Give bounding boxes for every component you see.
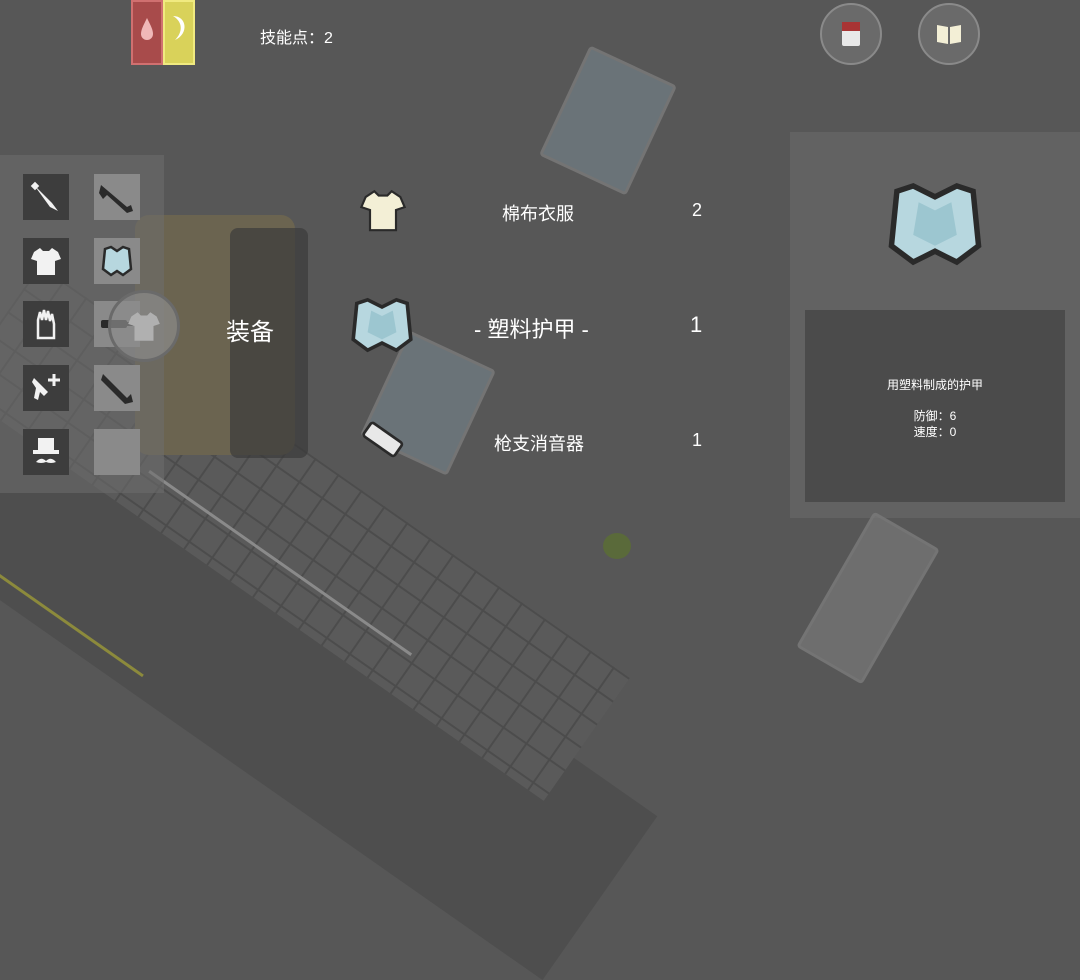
item-row-silencer[interactable]: 枪支消音器 1: [340, 410, 730, 470]
item-name: 棉布衣服: [502, 204, 574, 224]
slot-rifle[interactable]: [94, 174, 140, 220]
shotgun-icon: [101, 374, 133, 404]
stat-defense: 防御：6: [913, 409, 957, 423]
slot-empty[interactable]: [94, 429, 140, 475]
slot-knife[interactable]: [23, 174, 69, 220]
rifle-icon: [99, 185, 133, 213]
crescent-icon: [173, 16, 185, 40]
slot-shotgun[interactable]: [94, 365, 140, 411]
slot-hat[interactable]: [23, 429, 69, 475]
knife-icon: [30, 181, 58, 211]
plastic-armor-icon: [888, 182, 982, 266]
health-status: [131, 0, 163, 65]
slot-gloves[interactable]: [23, 301, 69, 347]
blood-drop-icon: [141, 18, 153, 40]
slot-shirt[interactable]: [23, 238, 69, 284]
parked-car-1: [538, 45, 678, 196]
slot-pistol[interactable]: [23, 365, 69, 411]
silencer-icon: [362, 421, 404, 458]
cotton-shirt-icon: [359, 189, 407, 232]
journal-button[interactable]: [918, 3, 980, 65]
hat-mustache-icon: [33, 438, 59, 463]
item-row-plastic-armor[interactable]: - 塑料护甲 - 1: [340, 290, 730, 360]
hunger-status: [163, 0, 195, 65]
skill-points: 技能点：2: [260, 30, 333, 47]
jar-icon: [842, 22, 860, 46]
armor-icon: [101, 245, 133, 277]
item-count: 1: [692, 430, 703, 450]
equipment-label: 装备: [226, 319, 274, 346]
item-count: 2: [692, 200, 703, 220]
plastic-armor-icon: [351, 297, 413, 353]
shirt-icon: [128, 312, 160, 341]
item-name: - 塑料护甲 -: [474, 317, 589, 342]
item-count: 1: [690, 312, 703, 337]
inventory-button[interactable]: [820, 3, 882, 65]
item-description-box: 用塑料制成的护甲 防御：6 速度：0: [805, 310, 1065, 502]
item-description: 用塑料制成的护甲: [886, 378, 983, 392]
bush: [603, 533, 631, 559]
item-name: 枪支消音器: [494, 434, 584, 454]
item-row-cotton-shirt[interactable]: 棉布衣服 2: [340, 180, 730, 240]
book-icon: [937, 25, 961, 44]
glove-icon: [36, 309, 56, 340]
equip-toggle-button[interactable]: [108, 290, 180, 362]
revolver-plus-icon: [32, 374, 60, 400]
parked-car-3: [796, 511, 940, 685]
shirt-icon: [31, 248, 61, 275]
slot-armor[interactable]: [94, 238, 140, 284]
stat-speed: 速度：0: [913, 425, 957, 439]
